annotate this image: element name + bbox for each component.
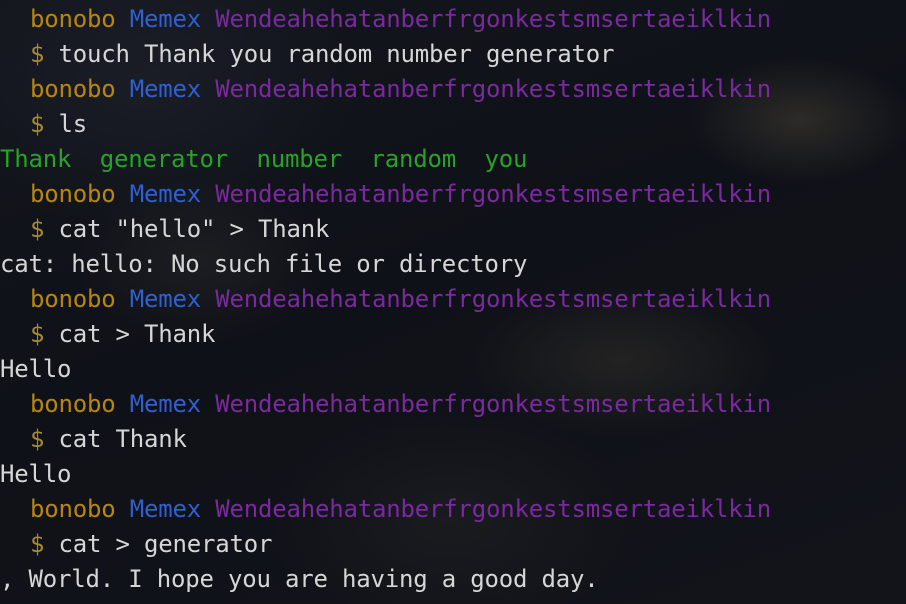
command-line: $ cat > Thank: [0, 317, 906, 352]
ls-entry: random: [370, 145, 457, 173]
output-line: cat: hello: No such file or directory: [0, 250, 528, 278]
prompt-user: bonobo: [30, 5, 116, 33]
prompt-user: bonobo: [30, 285, 116, 313]
prompt-line: bonobo Memex Wendeahehatanberfrgonkestsm…: [0, 282, 906, 317]
command-line: $ cat Thank: [0, 422, 906, 457]
ls-entry: you: [484, 145, 528, 173]
command-text: cat "hello" > Thank: [58, 215, 330, 243]
prompt-symbol: $: [30, 425, 45, 453]
command-line: $ cat > generator: [0, 527, 906, 562]
prompt-path: Wendeahehatanberfrgonkestsmsertaeiklkin: [215, 75, 771, 103]
prompt-host: Memex: [129, 285, 201, 313]
prompt-user: bonobo: [30, 75, 116, 103]
command-line: $ ls: [0, 107, 906, 142]
prompt-host: Memex: [129, 75, 201, 103]
prompt-line: bonobo Memex Wendeahehatanberfrgonkestsm…: [0, 72, 906, 107]
prompt-line: bonobo Memex Wendeahehatanberfrgonkestsm…: [0, 492, 906, 527]
command-line: $ touch Thank you random number generato…: [0, 37, 906, 72]
output-line: Hello: [0, 460, 72, 488]
command-text: ls: [58, 110, 88, 138]
ls-entry: Thank: [0, 145, 72, 173]
output-line: , World. I hope you are having a good da…: [0, 565, 599, 593]
prompt-line: bonobo Memex Wendeahehatanberfrgonkestsm…: [0, 2, 906, 37]
prompt-host: Memex: [129, 180, 201, 208]
ls-output-line: Thank generator number random you: [0, 142, 906, 177]
prompt-line: bonobo Memex Wendeahehatanberfrgonkestsm…: [0, 387, 906, 422]
command-line: $ cat "hello" > Thank: [0, 212, 906, 247]
prompt-symbol: $: [30, 320, 45, 348]
prompt-line: bonobo Memex Wendeahehatanberfrgonkestsm…: [0, 177, 906, 212]
prompt-path: Wendeahehatanberfrgonkestsmsertaeiklkin: [215, 495, 771, 523]
prompt-path: Wendeahehatanberfrgonkestsmsertaeiklkin: [215, 180, 771, 208]
ls-entry: number: [256, 145, 343, 173]
command-text: touch Thank you random number generator: [58, 40, 615, 68]
terminal-window[interactable]: bonobo Memex Wendeahehatanberfrgonkestsm…: [0, 2, 906, 597]
prompt-path: Wendeahehatanberfrgonkestsmsertaeiklkin: [215, 5, 771, 33]
prompt-host: Memex: [129, 390, 201, 418]
prompt-user: bonobo: [30, 495, 116, 523]
prompt-symbol: $: [30, 110, 45, 138]
prompt-symbol: $: [30, 40, 45, 68]
prompt-user: bonobo: [30, 390, 116, 418]
prompt-user: bonobo: [30, 180, 116, 208]
output-line: Hello: [0, 355, 72, 383]
prompt-host: Memex: [129, 495, 201, 523]
command-text: cat > generator: [58, 530, 273, 558]
ls-entry: generator: [99, 145, 228, 173]
command-text: cat > Thank: [58, 320, 216, 348]
prompt-symbol: $: [30, 530, 45, 558]
command-text: cat Thank: [58, 425, 187, 453]
prompt-path: Wendeahehatanberfrgonkestsmsertaeiklkin: [215, 390, 771, 418]
prompt-path: Wendeahehatanberfrgonkestsmsertaeiklkin: [215, 285, 771, 313]
prompt-host: Memex: [129, 5, 201, 33]
prompt-symbol: $: [30, 215, 45, 243]
